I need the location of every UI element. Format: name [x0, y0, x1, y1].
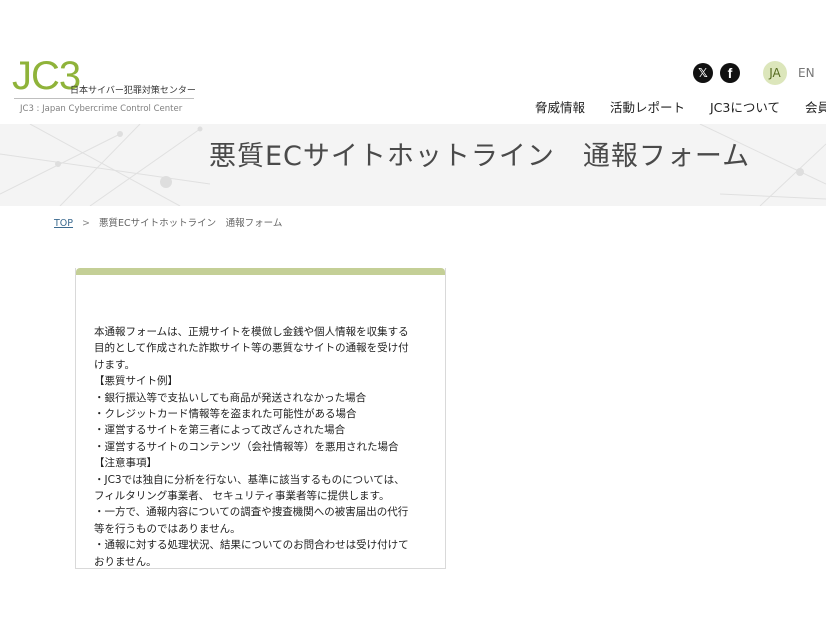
logo-subtitle: 日本サイバー犯罪対策センター	[70, 86, 196, 96]
notice-list-item: ・JC3では独自に分析を行ない、基準に該当するものについては、	[94, 473, 405, 486]
notice-list-item: ・通報に対する処理状況、結果についてのお問合わせは受け付けて	[94, 539, 409, 552]
notice-line: おりません。	[94, 555, 157, 568]
lang-en-button[interactable]: EN	[798, 66, 815, 80]
breadcrumb-top-link[interactable]: TOP	[54, 218, 73, 229]
notice-list-item: ・銀行振込等で支払いしても商品が発送されなかった場合	[94, 391, 367, 404]
breadcrumb-current: 悪質ECサイトホットライン 通報フォーム	[99, 218, 283, 229]
nav-item-members[interactable]: 会員	[805, 97, 826, 116]
page-title: 悪質ECサイトホットライン 通報フォーム	[209, 141, 751, 172]
site-logo[interactable]: JC3 日本サイバー犯罪対策センター JC3 : Japan Cybercrim…	[12, 56, 202, 120]
notice-line: 等を行うものではありません。	[94, 522, 241, 535]
page-hero: 悪質ECサイトホットライン 通報フォーム	[0, 124, 826, 206]
notice-line: フィルタリング事業者、 セキュリティ事業者等に提供します。	[94, 490, 390, 503]
logo-english-name: JC3 : Japan Cybercrime Control Center	[20, 104, 183, 114]
x-icon[interactable]: 𝕏	[693, 63, 713, 83]
notice-heading-examples: 【悪質サイト例】	[94, 375, 178, 388]
chevron-right-icon: >	[82, 218, 91, 229]
notice-heading-caution: 【注意事項】	[94, 457, 157, 470]
notice-line: けます。	[94, 358, 135, 371]
nav-item-activity-report[interactable]: 活動レポート	[610, 97, 685, 116]
notice-list-item: ・運営するサイトを第三者によって改ざんされた場合	[94, 424, 346, 437]
logo-divider	[14, 98, 194, 99]
lang-ja-button[interactable]: JA	[763, 61, 787, 85]
notice-card: 本通報フォームは、正規サイトを模倣し金銭や個人情報を収集する 目的として作成され…	[75, 268, 446, 569]
breadcrumb: TOP > 悪質ECサイトホットライン 通報フォーム	[54, 215, 282, 229]
nav-item-threat-info[interactable]: 脅威情報	[535, 97, 585, 116]
notice-text: 本通報フォームは、正規サイトを模倣し金銭や個人情報を収集する 目的として作成され…	[76, 275, 445, 568]
card-accent-bar	[76, 268, 445, 275]
notice-line: 目的として作成された詐欺サイト等の悪質なサイトの通報を受け付	[94, 342, 409, 355]
notice-line: 本通報フォームは、正規サイトを模倣し金銭や個人情報を収集する	[94, 326, 409, 338]
notice-list-item: ・クレジットカード情報等を盗まれた可能性がある場合	[94, 408, 357, 421]
facebook-icon[interactable]: f	[720, 63, 740, 83]
nav-item-about[interactable]: JC3について	[710, 97, 780, 116]
notice-list-item: ・一方で、通報内容についての調査や捜査機関への被害届出の代行	[94, 506, 409, 519]
main-nav: 脅威情報 活動レポート JC3について 会員	[535, 97, 826, 116]
notice-list-item: ・運営するサイトのコンテンツ（会社情報等）を悪用された場合	[94, 440, 399, 453]
